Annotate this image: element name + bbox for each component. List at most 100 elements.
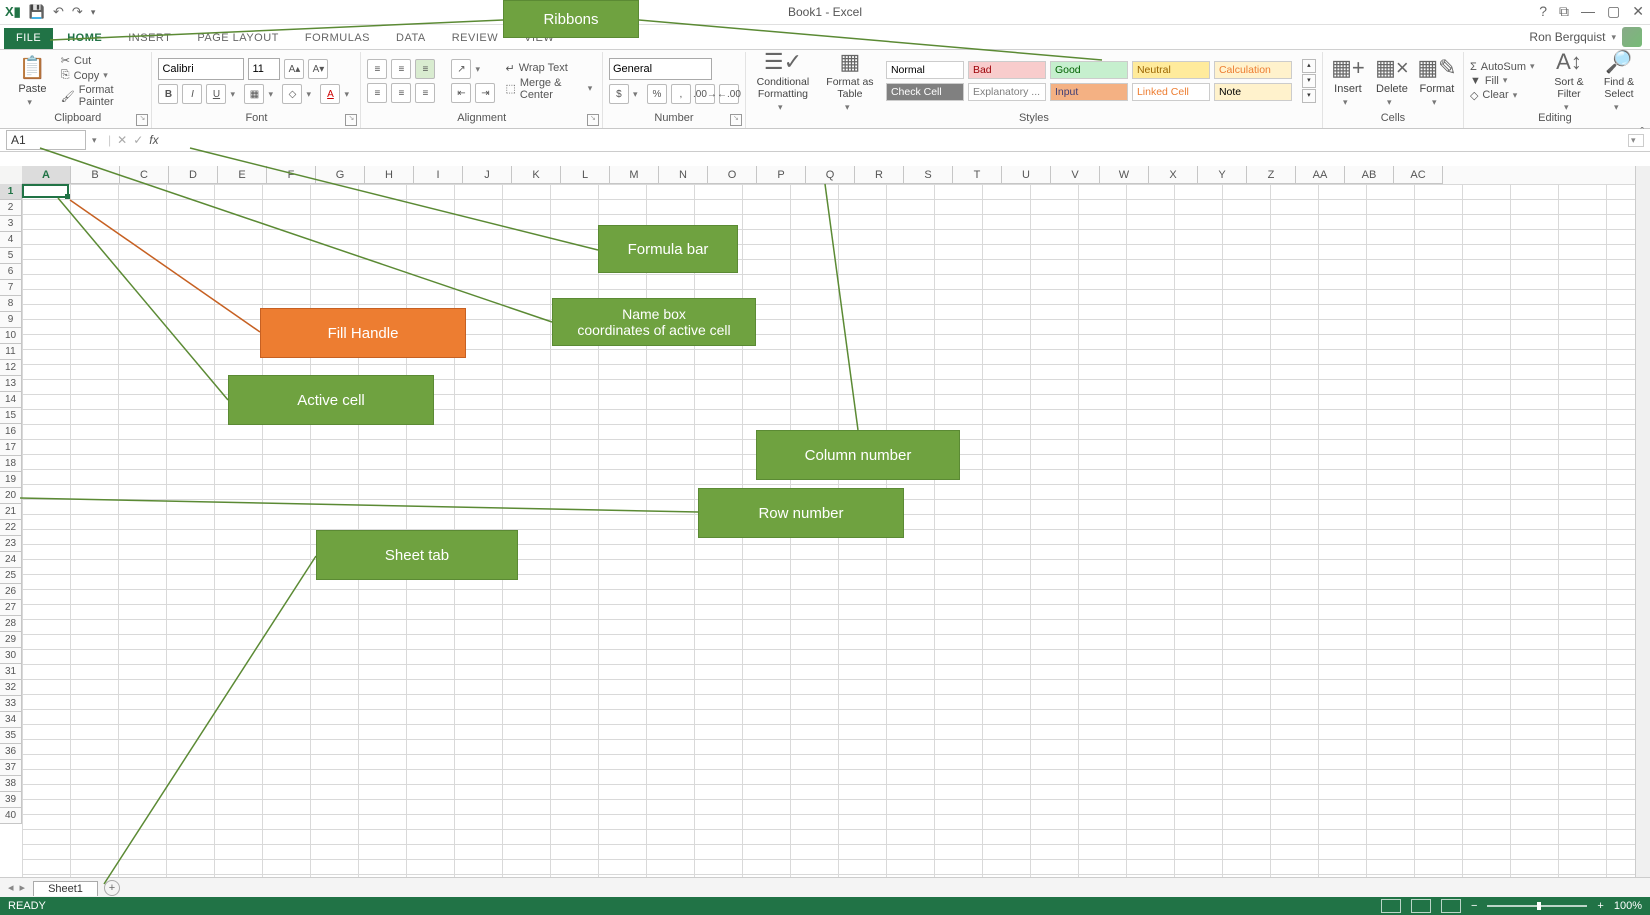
column-header[interactable]: M [610, 166, 659, 184]
row-header[interactable]: 9 [0, 312, 22, 328]
align-right-icon[interactable]: ≡ [415, 83, 435, 103]
row-header[interactable]: 29 [0, 632, 22, 648]
column-header[interactable]: R [855, 166, 904, 184]
sort-filter-button[interactable]: A↕ Sort & Filter▾ [1548, 49, 1590, 112]
row-header[interactable]: 35 [0, 728, 22, 744]
increase-decimal-icon[interactable]: .00→ [695, 84, 715, 104]
new-sheet-button[interactable]: + [104, 880, 120, 896]
row-header[interactable]: 28 [0, 616, 22, 632]
insert-cells-button[interactable]: ▦+ Insert▾ [1329, 55, 1367, 108]
zoom-in-button[interactable]: + [1597, 900, 1603, 912]
delete-cells-button[interactable]: ▦× Delete▾ [1373, 55, 1411, 108]
style-cell[interactable]: Input [1050, 83, 1128, 101]
column-header[interactable]: D [169, 166, 218, 184]
zoom-slider[interactable] [1487, 905, 1587, 907]
select-all-corner[interactable] [0, 166, 23, 185]
tab-data[interactable]: DATA [384, 28, 438, 49]
conditional-formatting-button[interactable]: ☰✓ Conditional Formatting▾ [752, 49, 814, 113]
cell-styles-gallery[interactable]: NormalBadGoodNeutralCalculationCheck Cel… [886, 61, 1292, 101]
format-cells-button[interactable]: ▦✎ Format▾ [1417, 55, 1457, 108]
comma-icon[interactable]: , [671, 84, 691, 104]
italic-button[interactable]: I [182, 84, 202, 104]
column-header[interactable]: S [904, 166, 953, 184]
grow-font-icon[interactable]: A▴ [284, 59, 304, 79]
cut-button[interactable]: ✂ Cut [61, 54, 146, 67]
style-cell[interactable]: Note [1214, 83, 1292, 101]
format-painter-button[interactable]: 🖌 Format Painter [61, 84, 146, 108]
active-cell[interactable] [22, 184, 69, 198]
row-header[interactable]: 8 [0, 296, 22, 312]
column-header[interactable]: AA [1296, 166, 1345, 184]
font-size-combo[interactable] [248, 58, 280, 80]
formula-input[interactable] [165, 130, 1622, 150]
format-as-table-button[interactable]: ▦ Format as Table▾ [822, 49, 878, 113]
style-cell[interactable]: Neutral [1132, 61, 1210, 79]
gallery-down-icon[interactable]: ▾ [1302, 74, 1316, 88]
row-header[interactable]: 14 [0, 392, 22, 408]
row-header[interactable]: 38 [0, 776, 22, 792]
row-header[interactable]: 21 [0, 504, 22, 520]
align-bottom-icon[interactable]: ≡ [415, 59, 435, 79]
row-header[interactable]: 15 [0, 408, 22, 424]
row-header[interactable]: 20 [0, 488, 22, 504]
undo-icon[interactable]: ↶ [53, 4, 64, 20]
style-cell[interactable]: Explanatory ... [968, 83, 1046, 101]
row-header[interactable]: 31 [0, 664, 22, 680]
row-header[interactable]: 19 [0, 472, 22, 488]
vertical-scrollbar[interactable] [1635, 166, 1650, 881]
name-box-input[interactable] [6, 130, 86, 150]
row-header[interactable]: 3 [0, 216, 22, 232]
align-middle-icon[interactable]: ≡ [391, 59, 411, 79]
row-header[interactable]: 4 [0, 232, 22, 248]
tab-nav-next-icon[interactable]: ▸ [20, 881, 26, 894]
style-cell[interactable]: Normal [886, 61, 964, 79]
view-page-layout-icon[interactable] [1411, 899, 1431, 913]
column-header[interactable]: Z [1247, 166, 1296, 184]
zoom-out-button[interactable]: − [1471, 900, 1477, 912]
row-header[interactable]: 32 [0, 680, 22, 696]
enter-icon[interactable]: ✓ [133, 133, 143, 147]
tab-file[interactable]: FILE [4, 28, 53, 49]
row-header[interactable]: 33 [0, 696, 22, 712]
ribbon-display-icon[interactable]: ⧉ [1559, 3, 1569, 20]
column-header[interactable]: T [953, 166, 1002, 184]
help-icon[interactable]: ? [1539, 3, 1547, 20]
tab-pagelayout[interactable]: PAGE LAYOUT [185, 28, 291, 49]
row-header[interactable]: 30 [0, 648, 22, 664]
row-header[interactable]: 36 [0, 744, 22, 760]
style-cell[interactable]: Check Cell [886, 83, 964, 101]
fx-icon[interactable]: fx [149, 133, 158, 147]
gallery-more-icon[interactable]: ▾ [1302, 89, 1316, 103]
view-normal-icon[interactable] [1381, 899, 1401, 913]
tab-nav-prev-icon[interactable]: ◂ [8, 881, 14, 894]
view-page-break-icon[interactable] [1441, 899, 1461, 913]
column-header[interactable]: F [267, 166, 316, 184]
qat-customize-icon[interactable]: ▾ [91, 7, 96, 18]
tab-formulas[interactable]: FORMULAS [293, 28, 382, 49]
cancel-icon[interactable]: ✕ [117, 133, 127, 147]
row-header[interactable]: 23 [0, 536, 22, 552]
sheet-tab[interactable]: Sheet1 [33, 881, 98, 896]
dialog-launcher-icon[interactable]: ↘ [345, 114, 357, 126]
underline-button[interactable]: U [206, 84, 226, 104]
row-header[interactable]: 10 [0, 328, 22, 344]
row-header[interactable]: 39 [0, 792, 22, 808]
column-header[interactable]: N [659, 166, 708, 184]
style-cell[interactable]: Linked Cell [1132, 83, 1210, 101]
currency-icon[interactable]: $ [609, 84, 629, 104]
merge-center-button[interactable]: ⬚ Merge & Center ▾ [505, 77, 595, 101]
style-cell[interactable]: Bad [968, 61, 1046, 79]
row-header[interactable]: 1 [0, 184, 22, 200]
column-header[interactable]: P [757, 166, 806, 184]
row-header[interactable]: 26 [0, 584, 22, 600]
row-header[interactable]: 27 [0, 600, 22, 616]
dialog-launcher-icon[interactable]: ↘ [136, 114, 148, 126]
maximize-icon[interactable]: ▢ [1607, 3, 1620, 20]
dialog-launcher-icon[interactable]: ↘ [587, 114, 599, 126]
copy-button[interactable]: ⎘ Copy ▾ [61, 69, 146, 82]
column-header[interactable]: W [1100, 166, 1149, 184]
row-header[interactable]: 12 [0, 360, 22, 376]
column-header[interactable]: G [316, 166, 365, 184]
column-header[interactable]: C [120, 166, 169, 184]
bold-button[interactable]: B [158, 84, 178, 104]
